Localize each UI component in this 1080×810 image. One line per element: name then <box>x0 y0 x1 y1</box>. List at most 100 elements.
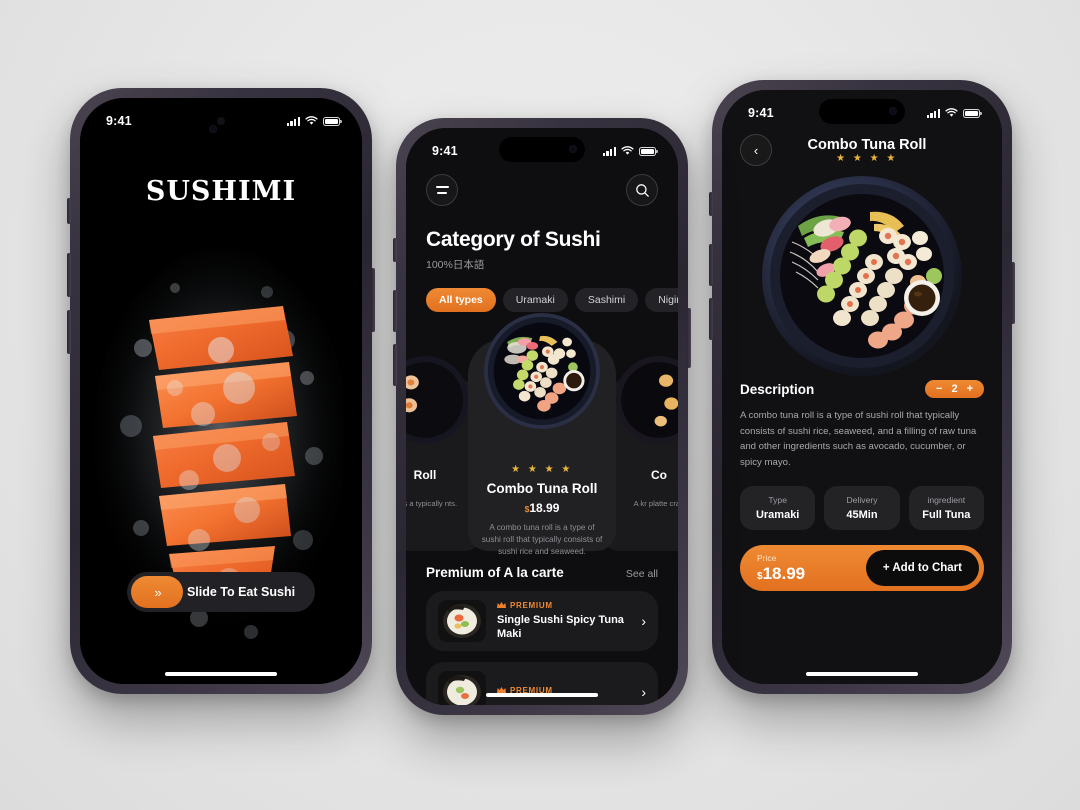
slide-to-eat-sushi-button[interactable]: » Slide To Eat Sushi <box>127 572 315 612</box>
home-indicator[interactable] <box>806 671 918 676</box>
search-icon <box>635 183 649 197</box>
header-actions <box>426 174 658 206</box>
wifi-icon <box>305 116 318 125</box>
carousel-card-active-price: $18.99 <box>524 501 560 515</box>
phone3-volume-down[interactable] <box>709 298 713 340</box>
carousel-card-previous-desc: er is a typically nts. <box>406 499 458 508</box>
carousel-card-active[interactable]: ★ ★ ★ ★ Combo Tuna Roll $18.99 A combo t… <box>468 313 616 556</box>
description-heading: Description <box>740 381 815 397</box>
splash-screen: 9:41 SUSHIMI » Slide To Eat Sushi <box>80 98 362 684</box>
battery-icon <box>963 108 982 118</box>
double-chevron-right-icon: » <box>154 584 161 600</box>
rating-stars: ★ ★ ★ ★ <box>511 464 573 475</box>
phone1-volume-up[interactable] <box>67 253 71 297</box>
page-title: Category of Sushi <box>426 228 601 251</box>
detail-content: 9:41 ‹ Combo Tuna Roll ★ ★ ★ ★ Descripti… <box>722 90 1002 684</box>
app-logo-text: SUSHIMI <box>145 176 297 207</box>
slide-button-label: Slide To Eat Sushi <box>186 585 296 599</box>
menu-button[interactable] <box>426 174 458 206</box>
cellular-signal-icon <box>602 146 616 156</box>
info-cards: Type Uramaki Delivery 45Min ingredient F… <box>740 486 984 531</box>
home-indicator[interactable] <box>486 692 598 697</box>
chip-sashimi[interactable]: Sashimi <box>574 288 639 312</box>
detail-screen: 9:41 ‹ Combo Tuna Roll ★ ★ ★ ★ Descripti… <box>722 90 1002 684</box>
phone2-volume-up[interactable] <box>393 290 397 332</box>
info-card-ingredient-value: Full Tuna <box>922 509 971 522</box>
sushi-platter-image <box>484 313 600 429</box>
chevron-right-icon[interactable]: › <box>641 684 646 700</box>
phone2-mute-switch[interactable] <box>393 238 397 262</box>
battery-icon <box>323 116 342 126</box>
cellular-signal-icon <box>286 116 300 126</box>
list-item-meta: PREMIUM Single Sushi Spicy Tuna Maki <box>497 601 630 642</box>
add-to-cart-bar[interactable]: Price $18.99 + Add to Chart <box>740 545 984 592</box>
info-card-delivery-label: Delivery <box>846 495 878 506</box>
phone1-power-button[interactable] <box>371 268 375 332</box>
info-card-ingredient: ingredient Full Tuna <box>908 486 984 531</box>
chevron-right-icon[interactable]: › <box>641 613 646 629</box>
quantity-value: 2 <box>951 383 958 395</box>
info-card-type-value: Uramaki <box>755 509 800 522</box>
premium-section-header: Premium of A la carte See all <box>426 565 658 580</box>
app-logo: SUSHIMI <box>80 176 362 207</box>
list-item[interactable]: PREMIUM › <box>426 662 658 705</box>
description-header: Description − 2 + <box>740 380 984 398</box>
phone3-volume-up[interactable] <box>709 244 713 286</box>
category-screen: 9:41 Category of Sushi 100%日本語 All types… <box>406 128 678 705</box>
rating-stars: ★ ★ ★ ★ <box>836 152 898 164</box>
phone3-power-button[interactable] <box>1011 262 1015 324</box>
price-value: $18.99 <box>757 563 806 583</box>
crown-icon <box>497 601 506 608</box>
search-button[interactable] <box>626 174 658 206</box>
chip-all-types[interactable]: All types <box>426 288 496 312</box>
cellular-signal-icon <box>926 108 940 118</box>
premium-section: Premium of A la carte See all PREMIUM Si… <box>406 565 678 705</box>
see-all-link[interactable]: See all <box>626 568 658 580</box>
phone1-mute-switch[interactable] <box>67 198 71 224</box>
splash-content: 9:41 SUSHIMI » Slide To Eat Sushi <box>80 98 362 684</box>
info-card-ingredient-label: ingredient <box>927 495 966 506</box>
page-subtitle: 100%日本語 <box>426 259 485 271</box>
wifi-icon <box>945 108 958 117</box>
chevron-left-icon: ‹ <box>753 142 759 158</box>
phone-category: 9:41 Category of Sushi 100%日本語 All types… <box>393 118 691 715</box>
price-block: Price $18.99 <box>757 553 805 584</box>
sushi-carousel[interactable]: Roll er is a typically nts. <box>406 313 678 556</box>
page-title: Combo Tuna Roll <box>807 136 927 153</box>
carousel-card-active-title: Combo Tuna Roll <box>486 481 598 496</box>
phone-detail: 9:41 ‹ Combo Tuna Roll ★ ★ ★ ★ Descripti… <box>709 80 1015 694</box>
premium-badge: PREMIUM <box>497 601 630 610</box>
carousel-card-next-desc: A kr platte crab <box>633 499 678 508</box>
phone2-volume-down[interactable] <box>393 344 397 386</box>
carousel-card-active-desc: A combo tuna roll is a type of sushi rol… <box>481 523 603 556</box>
battery-icon <box>639 146 658 156</box>
add-to-chart-button[interactable]: + Add to Chart <box>865 550 979 587</box>
phone2-power-button[interactable] <box>687 308 691 368</box>
info-card-type: Type Uramaki <box>740 486 816 531</box>
carousel-card-next-title: Co <box>651 468 667 482</box>
maki-thumbnail <box>438 671 486 705</box>
decrease-quantity-button[interactable]: − <box>936 383 942 395</box>
status-time: 9:41 <box>432 144 458 158</box>
status-time: 9:41 <box>748 106 774 120</box>
status-bar: 9:41 <box>80 98 362 136</box>
slide-knob[interactable]: » <box>131 576 183 608</box>
chip-uramaki[interactable]: Uramaki <box>502 288 568 312</box>
info-card-delivery-value: 45Min <box>846 509 878 522</box>
home-indicator[interactable] <box>165 671 277 676</box>
phone1-volume-down[interactable] <box>67 310 71 354</box>
chip-nigiri[interactable]: Nigiri <box>645 288 678 312</box>
info-card-delivery: Delivery 45Min <box>824 486 900 531</box>
increase-quantity-button[interactable]: + <box>967 383 973 395</box>
detail-title-group: Combo Tuna Roll ★ ★ ★ ★ <box>782 137 984 164</box>
list-item[interactable]: PREMIUM Single Sushi Spicy Tuna Maki › <box>426 591 658 651</box>
category-content: 9:41 Category of Sushi 100%日本語 All types… <box>406 128 678 705</box>
status-bar: 9:41 <box>722 90 1002 128</box>
quantity-stepper[interactable]: − 2 + <box>925 380 984 398</box>
maki-thumbnail <box>438 600 486 642</box>
phone3-mute-switch[interactable] <box>709 192 713 216</box>
back-button[interactable]: ‹ <box>740 134 772 166</box>
wifi-icon <box>621 146 634 155</box>
premium-section-title: Premium of A la carte <box>426 565 564 580</box>
category-chips: All types Uramaki Sashimi Nigiri <box>426 288 678 312</box>
